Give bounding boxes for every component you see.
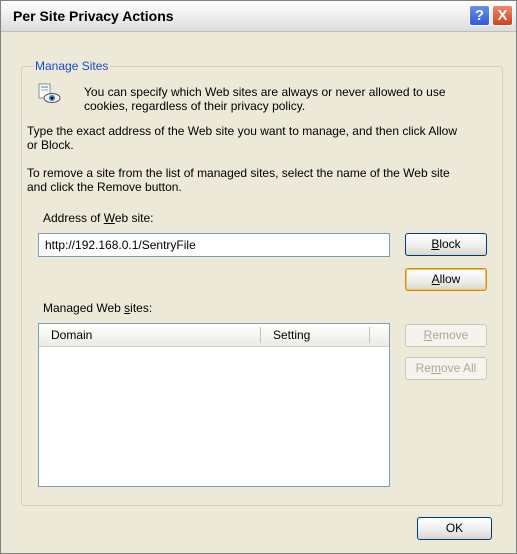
window-title: Per Site Privacy Actions: [13, 8, 174, 24]
instruction-1-line-2: or Block.: [27, 138, 74, 152]
block-button[interactable]: Block: [405, 233, 487, 256]
column-setting[interactable]: Setting: [273, 324, 310, 346]
help-icon: ?: [474, 7, 485, 24]
column-domain[interactable]: Domain: [51, 324, 92, 346]
managed-sites-list[interactable]: Domain Setting: [38, 323, 390, 487]
privacy-eye-icon: [38, 83, 61, 103]
managed-sites-label: Managed Web sites:: [43, 301, 153, 315]
instruction-2-line-1: To remove a site from the list of manage…: [27, 166, 450, 180]
instruction-1-line-1: Type the exact address of the Web site y…: [27, 124, 458, 138]
ok-button[interactable]: OK: [417, 517, 492, 540]
group-label: Manage Sites: [33, 59, 111, 73]
remove-button[interactable]: Remove: [405, 324, 487, 347]
address-input[interactable]: http://192.168.0.1/SentryFile: [38, 233, 390, 257]
column-divider[interactable]: [260, 327, 261, 343]
info-line-2: cookies, regardless of their privacy pol…: [84, 99, 306, 113]
address-label: Address of Web site:: [43, 211, 154, 225]
title-bar: Per Site Privacy Actions ? X: [1, 1, 516, 32]
info-line-1: You can specify which Web sites are alwa…: [84, 85, 446, 99]
list-header: Domain Setting: [39, 324, 389, 347]
allow-button[interactable]: Allow: [405, 268, 487, 291]
remove-all-button[interactable]: Remove All: [405, 357, 487, 380]
help-button[interactable]: ?: [469, 5, 490, 26]
address-value: http://192.168.0.1/SentryFile: [45, 238, 196, 252]
instruction-2-line-2: and click the Remove button.: [27, 180, 182, 194]
column-divider[interactable]: [369, 327, 370, 343]
close-icon: X: [497, 7, 508, 24]
privacy-dialog: Per Site Privacy Actions ? X Manage Site…: [0, 0, 517, 554]
close-button[interactable]: X: [492, 5, 513, 26]
